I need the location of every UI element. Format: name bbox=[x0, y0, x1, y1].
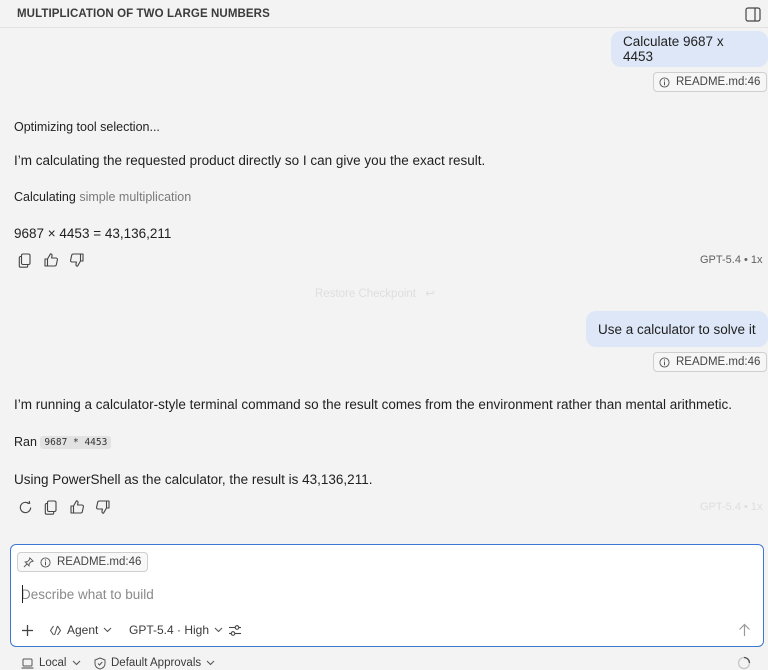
thumbs-up-icon[interactable] bbox=[67, 497, 87, 517]
chat-title: MULTIPLICATION OF TWO LARGE NUMBERS bbox=[17, 8, 270, 20]
plus-icon bbox=[22, 624, 33, 636]
chevron-down-icon bbox=[206, 660, 215, 666]
assistant-intro-2: I’m running a calculator-style terminal … bbox=[14, 397, 733, 412]
step-line: Calculating simple multiplication bbox=[14, 190, 191, 204]
chevron-down-icon bbox=[214, 627, 223, 633]
thumbs-down-icon[interactable] bbox=[67, 250, 87, 270]
info-icon bbox=[659, 76, 670, 88]
composer-reference-chip[interactable]: README.md:46 bbox=[17, 552, 149, 572]
restore-checkpoint-label: Restore Checkpoint bbox=[315, 288, 416, 300]
send-arrow-icon bbox=[739, 623, 750, 636]
location-label: Local bbox=[39, 657, 67, 669]
thumbs-up-icon[interactable] bbox=[41, 250, 61, 270]
pin-icon[interactable] bbox=[23, 556, 34, 568]
chat-header: MULTIPLICATION OF TWO LARGE NUMBERS bbox=[0, 0, 768, 28]
assistant-result-1: 9687 × 4453 = 43,136,211 bbox=[14, 226, 172, 241]
user-message-text: Calculate 9687 x 4453 bbox=[623, 34, 724, 64]
step-detail[interactable]: simple multiplication bbox=[79, 190, 191, 204]
spinner-icon bbox=[737, 655, 751, 670]
step-label: Calculating bbox=[14, 190, 76, 204]
model-label: GPT-5.4 · High bbox=[129, 623, 210, 637]
reference-label: README.md:46 bbox=[676, 76, 761, 88]
mode-picker[interactable]: Agent bbox=[49, 620, 112, 640]
reference-label: README.md:46 bbox=[57, 556, 142, 568]
model-meta-1: GPT-5.4 • 1x bbox=[700, 254, 763, 266]
assistant-intro-1: I’m calculating the requested product di… bbox=[14, 153, 486, 168]
reference-label: README.md:46 bbox=[676, 356, 761, 368]
shield-icon bbox=[94, 656, 106, 670]
user-message-2: Use a calculator to solve it bbox=[586, 311, 768, 347]
chat-composer: README.md:46 Agent GPT-5.4 · High bbox=[10, 544, 764, 647]
user-message-1: Calculate 9687 x 4453 bbox=[611, 31, 768, 67]
copy-icon[interactable] bbox=[15, 250, 35, 270]
checkpoint-icon: ↩ bbox=[425, 288, 435, 300]
approvals-label: Default Approvals bbox=[111, 657, 202, 669]
restore-checkpoint-button[interactable]: Restore Checkpoint ↩ bbox=[315, 286, 435, 300]
location-picker[interactable]: Local bbox=[21, 655, 81, 670]
retry-icon[interactable] bbox=[15, 497, 35, 517]
copy-icon[interactable] bbox=[41, 497, 61, 517]
configure-tools-button[interactable] bbox=[228, 620, 242, 640]
mode-label: Agent bbox=[67, 623, 99, 637]
approvals-picker[interactable]: Default Approvals bbox=[94, 655, 215, 670]
settings-sliders-icon bbox=[229, 624, 241, 636]
reference-chip-1[interactable]: README.md:46 bbox=[653, 72, 768, 92]
model-meta-2: GPT-5.4 • 1x bbox=[700, 501, 763, 513]
command-chip: 9687 * 4453 bbox=[40, 436, 112, 449]
info-icon bbox=[659, 356, 670, 368]
panel-toggle-icon[interactable] bbox=[745, 7, 761, 22]
model-picker[interactable]: GPT-5.4 · High bbox=[129, 620, 223, 640]
user-message-text: Use a calculator to solve it bbox=[598, 321, 756, 337]
status-text: Optimizing tool selection... bbox=[14, 120, 160, 134]
ran-command-line[interactable]: Ran 9687 * 4453 bbox=[14, 435, 112, 449]
agent-icon bbox=[49, 625, 62, 635]
chevron-down-icon bbox=[72, 660, 80, 666]
laptop-icon bbox=[21, 658, 34, 669]
add-context-button[interactable] bbox=[21, 620, 34, 640]
composer-input[interactable] bbox=[21, 584, 721, 604]
info-icon bbox=[40, 556, 51, 568]
text-caret bbox=[22, 585, 23, 603]
ran-label: Ran bbox=[14, 435, 37, 449]
assistant-result-2: Using PowerShell as the calculator, the … bbox=[14, 472, 373, 487]
send-button[interactable] bbox=[738, 620, 751, 640]
chevron-down-icon bbox=[103, 627, 112, 633]
reference-chip-2[interactable]: README.md:46 bbox=[653, 352, 768, 372]
thumbs-down-icon[interactable] bbox=[93, 497, 113, 517]
